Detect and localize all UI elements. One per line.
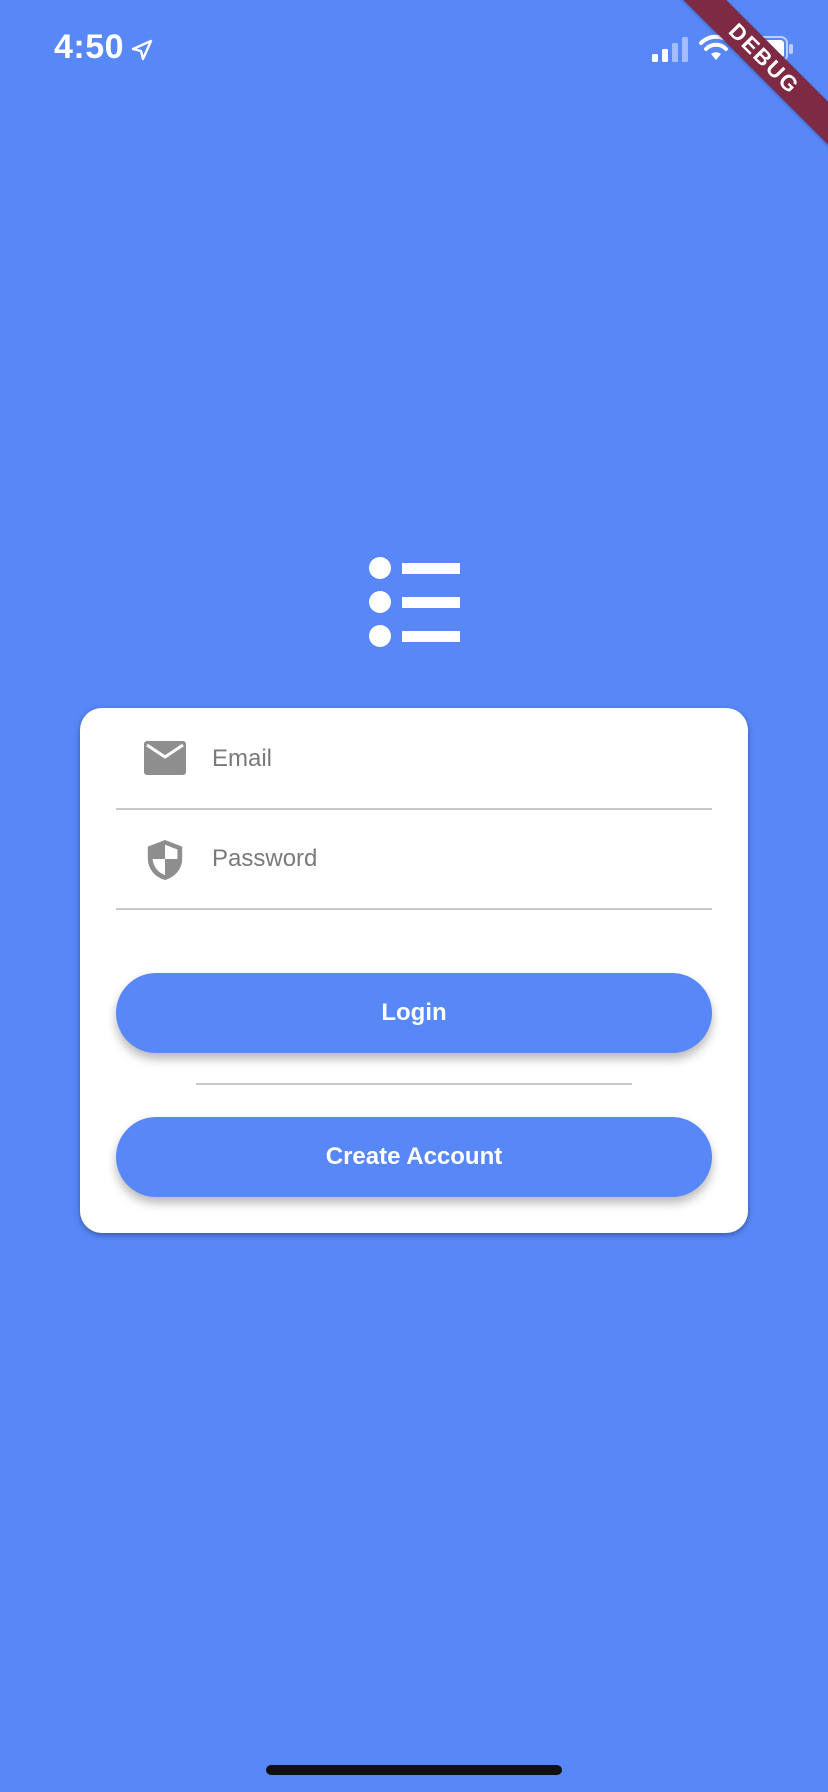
shield-icon	[147, 839, 183, 881]
email-input[interactable]	[212, 738, 692, 780]
location-arrow-icon	[131, 39, 153, 61]
divider	[196, 1083, 632, 1085]
status-time: 4:50	[54, 28, 125, 66]
email-field-row	[116, 708, 712, 810]
password-input[interactable]	[212, 838, 692, 880]
cellular-signal-icon	[652, 37, 688, 62]
mail-icon	[144, 741, 186, 775]
home-indicator[interactable]	[266, 1765, 562, 1775]
login-button[interactable]: Login	[116, 973, 712, 1053]
login-card: Login Create Account	[80, 708, 748, 1233]
create-account-button[interactable]: Create Account	[116, 1117, 712, 1197]
list-icon	[369, 557, 460, 647]
password-field-row	[116, 808, 712, 910]
